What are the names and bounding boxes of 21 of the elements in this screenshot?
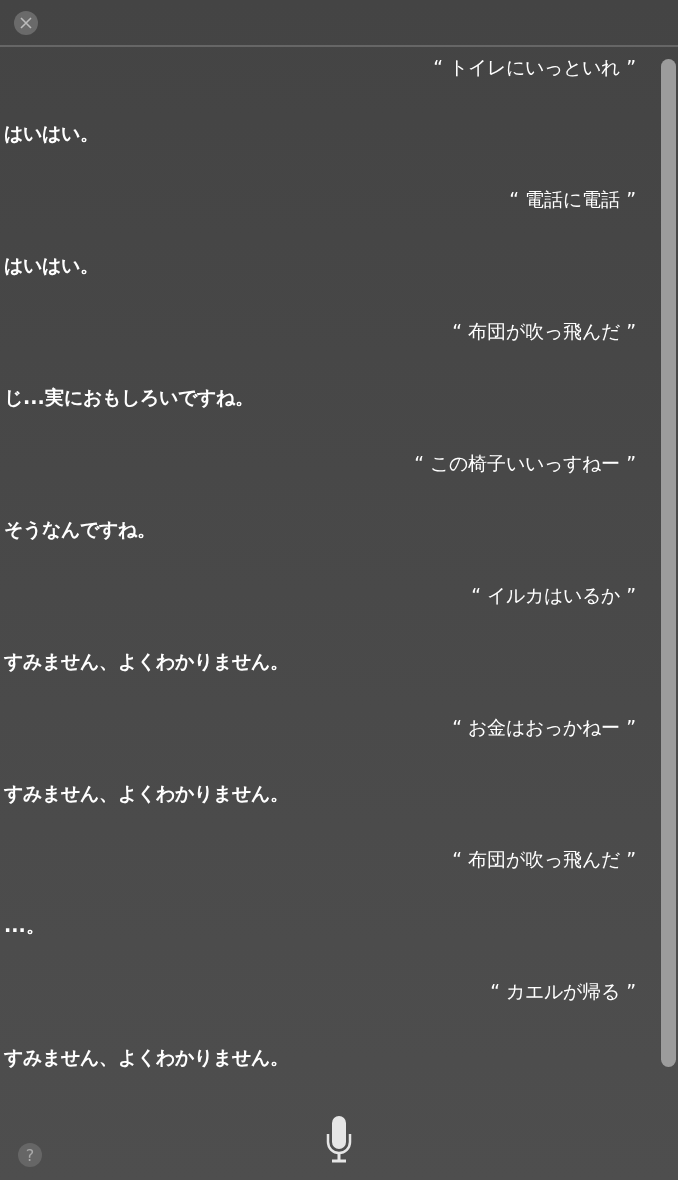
- spoken-request: “ この椅子いいっすねー ”: [414, 451, 636, 475]
- help-button[interactable]: ?: [18, 1143, 42, 1167]
- spoken-request: “ 布団が吹っ飛んだ ”: [452, 319, 636, 343]
- spoken-request: “ 電話に電話 ”: [509, 187, 636, 211]
- microphone-icon[interactable]: [326, 1114, 352, 1164]
- assistant-reply: すみません、よくわかりません。: [4, 781, 289, 805]
- spoken-request: “ イルカはいるか ”: [471, 583, 636, 607]
- spoken-request: “ カエルが帰る ”: [490, 979, 636, 1003]
- assistant-reply: じ...実におもしろいですね。: [4, 385, 254, 409]
- assistant-reply: すみません、よくわかりません。: [4, 649, 289, 673]
- assistant-reply: はいはい。: [4, 121, 99, 145]
- spoken-request: “ お金はおっかねー ”: [452, 715, 636, 739]
- assistant-reply: ...。: [4, 913, 45, 937]
- scrollbar[interactable]: [661, 59, 676, 1067]
- assistant-reply: すみません、よくわかりません。: [4, 1045, 289, 1069]
- spoken-request: “ 布団が吹っ飛んだ ”: [452, 847, 636, 871]
- assistant-reply: はいはい。: [4, 253, 99, 277]
- assistant-reply: そうなんですね。: [4, 517, 156, 541]
- spoken-request: “ トイレにいっといれ ”: [433, 55, 636, 79]
- close-button[interactable]: [14, 10, 38, 35]
- close-icon: [20, 16, 32, 29]
